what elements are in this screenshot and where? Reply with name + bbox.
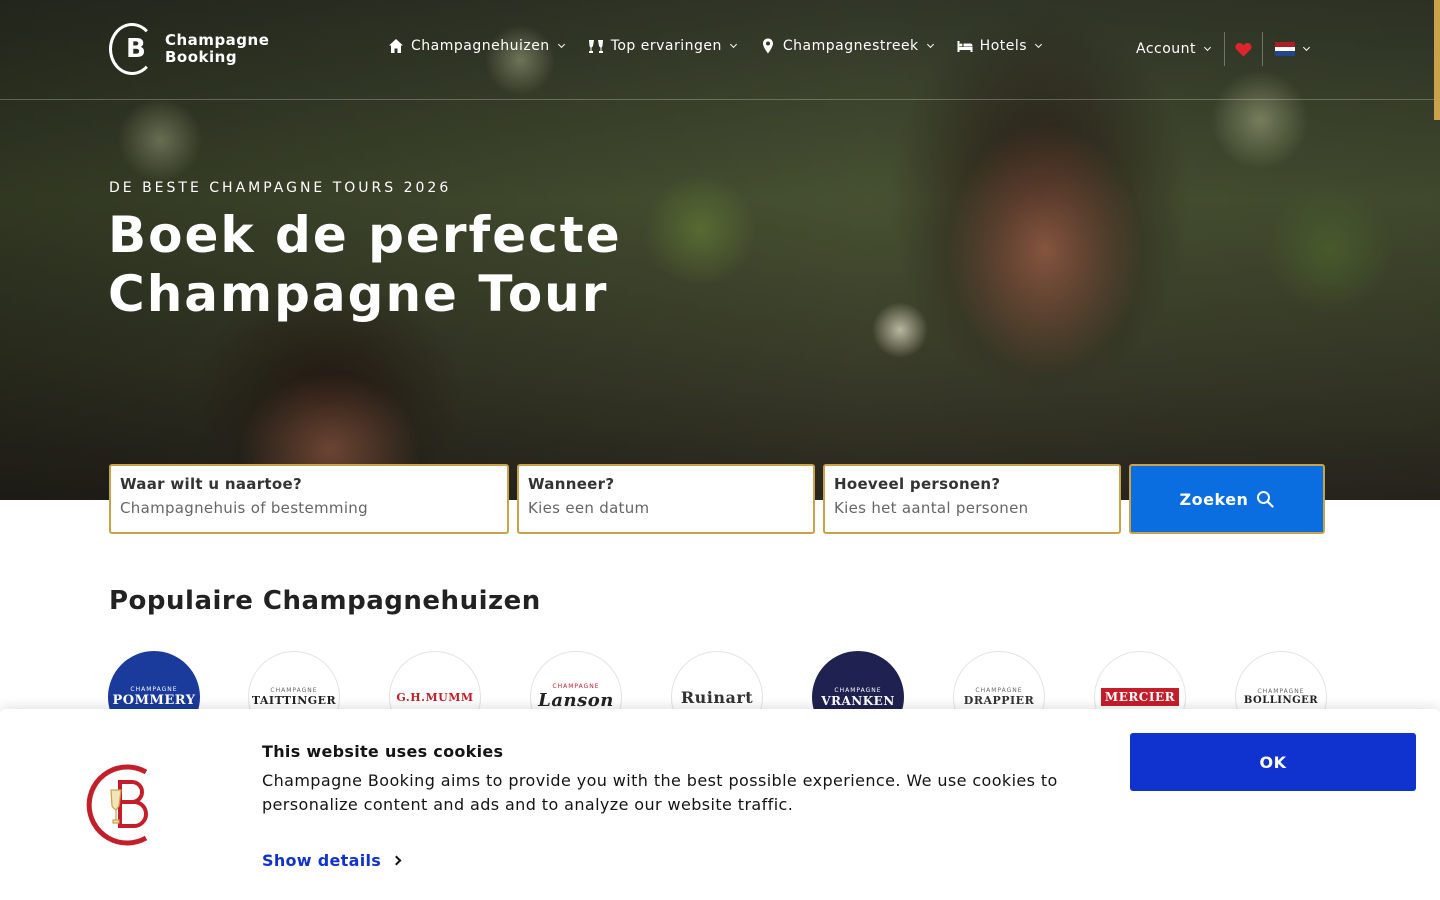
user-nav: Account xyxy=(1136,32,1311,66)
cookie-title: This website uses cookies xyxy=(262,742,504,761)
house-name: VRANKEN xyxy=(821,693,895,708)
house-small-text: CHAMPAGNE xyxy=(552,683,600,690)
destination-field[interactable]: Waar wilt u naartoe? Champagnehuis of be… xyxy=(109,464,509,534)
house-small-text: CHAMPAGNE xyxy=(130,686,178,693)
nav-item-hotels[interactable]: Hotels xyxy=(957,38,1043,54)
nav-label: Champagnestreek xyxy=(782,38,919,54)
house-name: POMMERY xyxy=(112,693,196,708)
logo-text: Champagne Booking xyxy=(165,32,269,66)
chevron-down-icon xyxy=(557,40,565,48)
search-button[interactable]: Zoeken xyxy=(1129,464,1325,534)
nav-item-champagnestreek[interactable]: Champagnestreek xyxy=(760,38,934,54)
destination-placeholder: Champagnehuis of bestemming xyxy=(120,499,368,517)
persons-field[interactable]: Hoeveel personen? Kies het aantal person… xyxy=(823,464,1121,534)
house-name: DRAPPIER xyxy=(963,694,1035,707)
nav-item-champagnehuizen[interactable]: Champagnehuizen xyxy=(388,38,565,54)
cookie-banner: This website uses cookies Champagne Book… xyxy=(0,709,1440,900)
nav-label: Champagnehuizen xyxy=(411,38,550,54)
site-header: B Champagne Booking Champagnehuizen Top … xyxy=(0,0,1440,100)
hero-eyebrow: DE BESTE CHAMPAGNE TOURS 2026 xyxy=(109,180,452,196)
nav-item-top-ervaringen[interactable]: Top ervaringen xyxy=(588,38,737,54)
house-name: Lanson xyxy=(538,690,614,711)
main-nav: Champagnehuizen Top ervaringen Champagne… xyxy=(388,38,1065,54)
date-field[interactable]: Wanneer? Kies een datum xyxy=(517,464,815,534)
date-label: Wanneer? xyxy=(528,475,615,493)
search-button-label: Zoeken xyxy=(1179,489,1249,509)
chevron-right-icon xyxy=(391,855,402,866)
logo[interactable]: B Champagne Booking xyxy=(109,23,269,75)
bed-icon xyxy=(957,41,973,52)
logo-mark-icon: B xyxy=(109,23,155,75)
popular-houses-title: Populaire Champagnehuizen xyxy=(109,586,541,616)
show-details-link[interactable]: Show details xyxy=(262,851,402,870)
nl-flag-icon xyxy=(1275,42,1296,57)
map-pin-icon xyxy=(762,38,773,54)
house-small-text: CHAMPAGNE xyxy=(1257,688,1305,695)
persons-placeholder: Kies het aantal personen xyxy=(834,499,1029,517)
cookie-ok-label: OK xyxy=(1259,752,1287,772)
cookie-ok-button[interactable]: OK xyxy=(1130,733,1416,791)
house-name: MERCIER xyxy=(1100,688,1180,706)
language-selector[interactable] xyxy=(1275,42,1311,57)
home-icon xyxy=(389,39,403,53)
nav-label: Top ervaringen xyxy=(610,38,722,54)
account-menu[interactable]: Account xyxy=(1136,32,1226,66)
search-icon xyxy=(1257,491,1275,508)
house-name: BOLLINGER xyxy=(1243,695,1319,706)
house-name: G.H.MUMM xyxy=(396,690,474,704)
house-small-text: CHAMPAGNE xyxy=(975,687,1023,694)
destination-label: Waar wilt u naartoe? xyxy=(120,475,302,493)
champagne-booking-logo-icon xyxy=(86,764,148,846)
house-small-text: CHAMPAGNE xyxy=(270,687,318,694)
nav-label: Hotels xyxy=(979,38,1028,54)
house-small-text: CHAMPAGNE xyxy=(834,686,882,694)
show-details-label: Show details xyxy=(262,851,382,870)
chevron-down-icon xyxy=(1302,43,1311,51)
cookie-text: Champagne Booking aims to provide you wi… xyxy=(262,771,1058,814)
glasses-icon xyxy=(588,40,603,53)
chevron-down-icon xyxy=(1035,40,1043,48)
logo-line-2: Booking xyxy=(165,48,238,66)
hero-headline: Boek de perfecte Champagne Tour xyxy=(108,206,622,323)
date-placeholder: Kies een datum xyxy=(528,499,650,517)
house-name: TAITTINGER xyxy=(251,694,337,707)
persons-label: Hoeveel personen? xyxy=(834,475,1001,493)
chevron-down-icon xyxy=(729,40,737,48)
heart-icon xyxy=(1235,42,1252,56)
logo-line-1: Champagne xyxy=(165,31,270,49)
chevron-down-icon xyxy=(926,40,934,48)
chevron-down-icon xyxy=(1203,43,1212,51)
account-label: Account xyxy=(1136,41,1197,57)
house-name: Ruinart xyxy=(680,687,754,707)
page-scrollbar[interactable] xyxy=(1434,0,1440,120)
favorites-button[interactable] xyxy=(1225,32,1264,66)
